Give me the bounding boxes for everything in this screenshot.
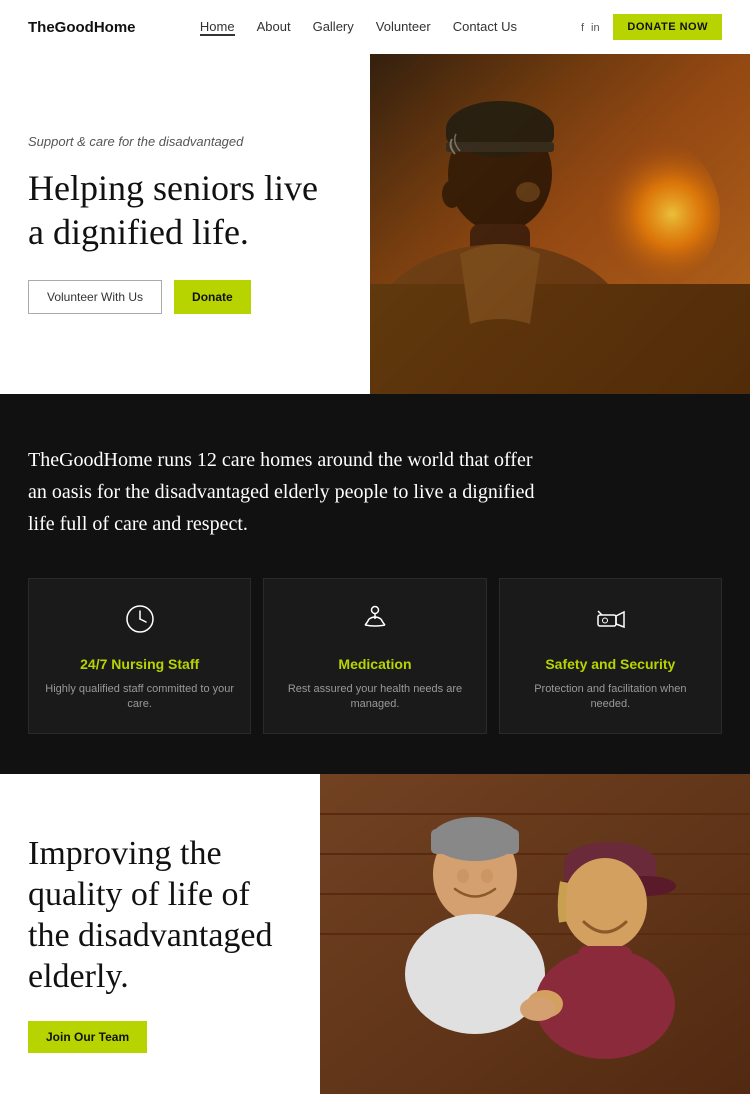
nav-home[interactable]: Home: [200, 19, 235, 36]
join-team-button[interactable]: Join Our Team: [28, 1021, 147, 1053]
svg-text:f: f: [581, 22, 585, 33]
nursing-desc: Highly qualified staff committed to your…: [45, 682, 234, 713]
navbar: TheGoodHome Home About Gallery Volunteer…: [0, 0, 750, 54]
nav-volunteer[interactable]: Volunteer: [376, 19, 431, 36]
bottom-image: [320, 774, 750, 1094]
bottom-section: Improving the quality of life of the dis…: [0, 774, 750, 1094]
medication-title: Medication: [338, 656, 411, 672]
security-title: Safety and Security: [545, 656, 675, 672]
nav-contact[interactable]: Contact Us: [453, 19, 517, 36]
nav-actions: f in DONATE NOW: [581, 14, 722, 40]
nursing-title: 24/7 Nursing Staff: [80, 656, 199, 672]
hero-title: Helping seniors live a dignified life.: [28, 167, 342, 253]
feature-card-medication: Medication Rest assured your health need…: [263, 578, 486, 734]
feature-card-security: Safety and Security Protection and facil…: [499, 578, 722, 734]
hero-tagline: Support & care for the disadvantaged: [28, 134, 342, 149]
hero-image-container: [370, 54, 750, 394]
nav-about[interactable]: About: [257, 19, 291, 36]
bottom-content: Improving the quality of life of the dis…: [0, 774, 320, 1094]
nav-logo[interactable]: TheGoodHome: [28, 19, 136, 36]
hero-buttons: Volunteer With Us Donate: [28, 280, 342, 314]
nav-gallery[interactable]: Gallery: [313, 19, 354, 36]
hero-content: Support & care for the disadvantaged Hel…: [0, 54, 370, 394]
hero-section: Support & care for the disadvantaged Hel…: [0, 54, 750, 394]
donate-button[interactable]: DONATE NOW: [613, 14, 722, 40]
camera-icon: [594, 603, 626, 642]
volunteer-button[interactable]: Volunteer With Us: [28, 280, 162, 314]
nav-social-icons: f in: [581, 19, 601, 36]
bottom-image-container: [320, 774, 750, 1094]
clock-icon: [124, 603, 156, 642]
feature-cards: 24/7 Nursing Staff Highly qualified staf…: [28, 578, 722, 734]
hero-image: [370, 54, 750, 394]
dark-section: TheGoodHome runs 12 care homes around th…: [0, 394, 750, 774]
bottom-title: Improving the quality of life of the dis…: [28, 834, 292, 997]
nav-links: Home About Gallery Volunteer Contact Us: [200, 19, 517, 36]
donate-hero-button[interactable]: Donate: [174, 280, 251, 314]
meditation-icon: [359, 603, 391, 642]
medication-desc: Rest assured your health needs are manag…: [280, 682, 469, 713]
feature-card-nursing: 24/7 Nursing Staff Highly qualified staf…: [28, 578, 251, 734]
security-desc: Protection and facilitation when needed.: [516, 682, 705, 713]
svg-text:in: in: [591, 22, 600, 33]
mission-text: TheGoodHome runs 12 care homes around th…: [28, 444, 548, 540]
